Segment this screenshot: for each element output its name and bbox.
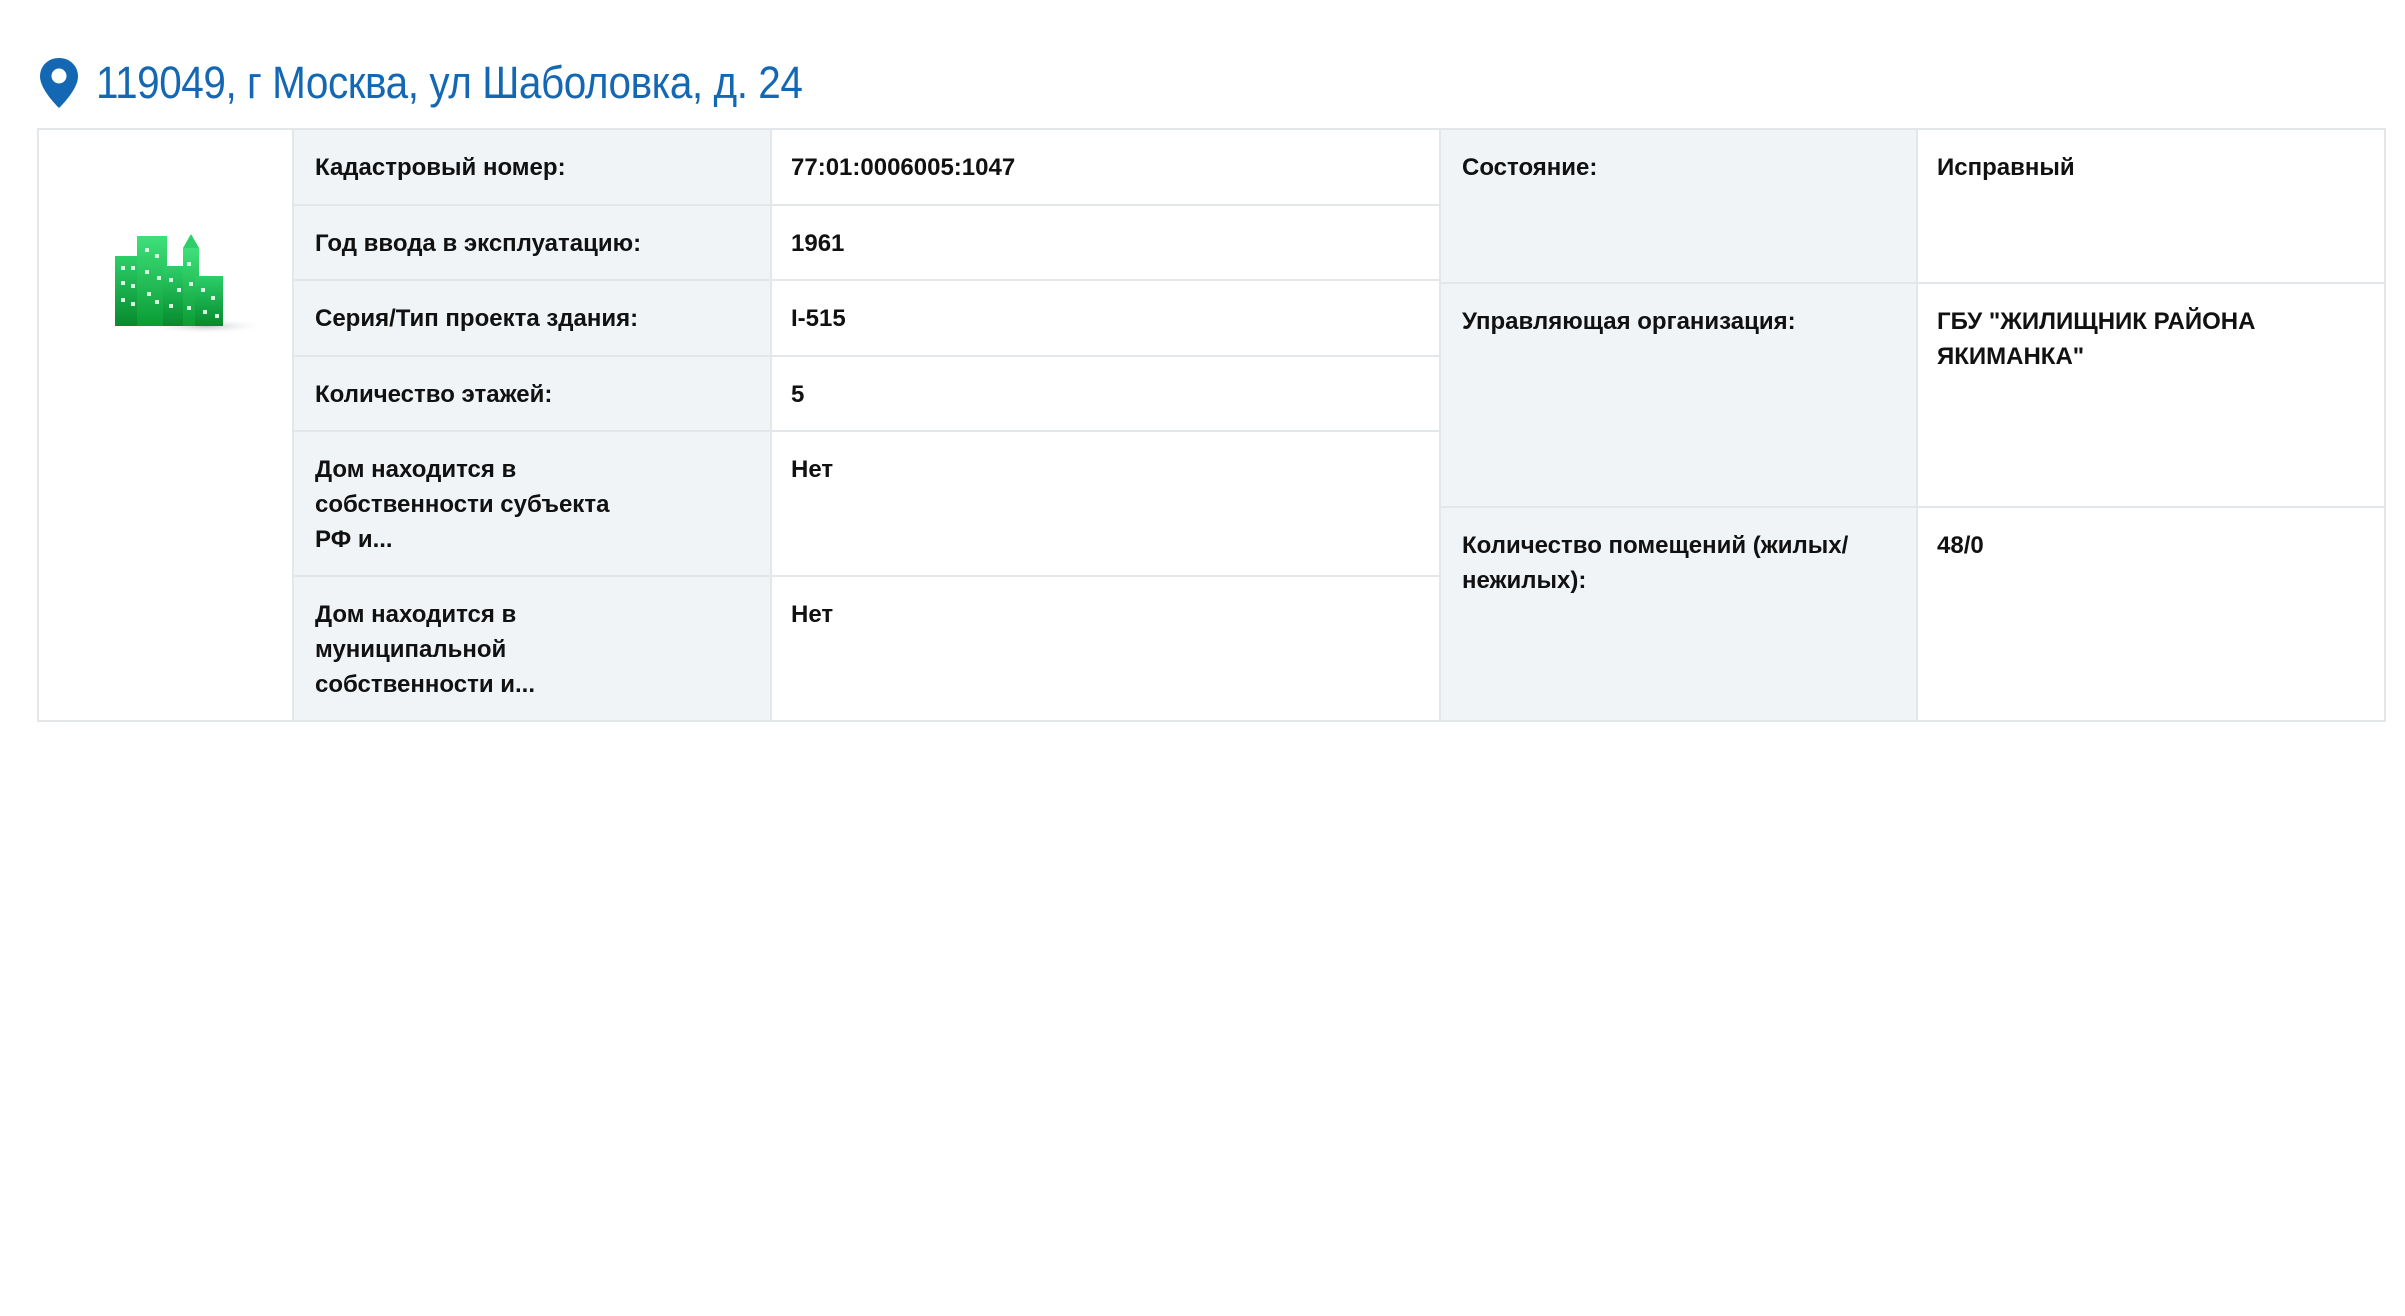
info-label: Серия/Тип проекта здания: bbox=[294, 281, 772, 355]
info-label: Состояние: bbox=[1441, 130, 1918, 282]
info-label: Кадастровый номер: bbox=[294, 130, 772, 204]
info-value: Нет bbox=[772, 432, 1439, 575]
info-row-subject-ownership: Дом находится в собственности субъекта Р… bbox=[294, 432, 1439, 577]
info-value: 48/0 bbox=[1918, 508, 2384, 720]
info-row-floors: Количество этажей: 5 bbox=[294, 356, 1439, 432]
info-value: Нет bbox=[772, 577, 1439, 720]
info-value: 1961 bbox=[772, 205, 1439, 279]
right-info-column: Состояние: Исправный Управляющая организ… bbox=[1441, 130, 2384, 720]
location-pin-icon bbox=[40, 58, 78, 108]
info-row-condition: Состояние: Исправный bbox=[1441, 130, 2384, 284]
left-info-column: Кадастровый номер: 77:01:0006005:1047 Го… bbox=[294, 130, 1441, 720]
info-value: 5 bbox=[772, 356, 1439, 430]
info-label: Количество этажей: bbox=[294, 356, 772, 430]
info-label: Дом находится в собственности субъекта Р… bbox=[294, 432, 772, 575]
building-image-cell bbox=[39, 130, 294, 720]
building-icon bbox=[115, 234, 261, 334]
info-row-series: Серия/Тип проекта здания: I-515 bbox=[294, 281, 1439, 357]
house-info-card: Кадастровый номер: 77:01:0006005:1047 Го… bbox=[37, 128, 2386, 722]
info-value: ГБУ "ЖИЛИЩНИК РАЙОНА ЯКИМАНКА" bbox=[1918, 284, 2384, 506]
info-row-premises: Количество помещений (жилых/нежилых): 48… bbox=[1441, 508, 2384, 720]
info-value: I-515 bbox=[772, 281, 1439, 355]
info-label: Управляющая организация: bbox=[1441, 284, 1918, 506]
info-row-cadastral: Кадастровый номер: 77:01:0006005:1047 bbox=[294, 130, 1439, 206]
page-title: 119049, г Москва, ул Шаболовка, д. 24 bbox=[96, 57, 803, 108]
info-label: Год ввода в эксплуатацию: bbox=[294, 205, 772, 279]
info-value: Исправный bbox=[1918, 130, 2384, 282]
info-label: Дом находится в муниципальной собственно… bbox=[294, 577, 772, 720]
info-value: 77:01:0006005:1047 bbox=[772, 130, 1439, 204]
page-header: 119049, г Москва, ул Шаболовка, д. 24 bbox=[38, 48, 881, 118]
info-row-municipal-ownership: Дом находится в муниципальной собственно… bbox=[294, 577, 1439, 720]
info-row-year: Год ввода в эксплуатацию: 1961 bbox=[294, 205, 1439, 281]
info-row-management: Управляющая организация: ГБУ "ЖИЛИЩНИК Р… bbox=[1441, 284, 2384, 508]
info-label: Количество помещений (жилых/нежилых): bbox=[1441, 508, 1918, 720]
